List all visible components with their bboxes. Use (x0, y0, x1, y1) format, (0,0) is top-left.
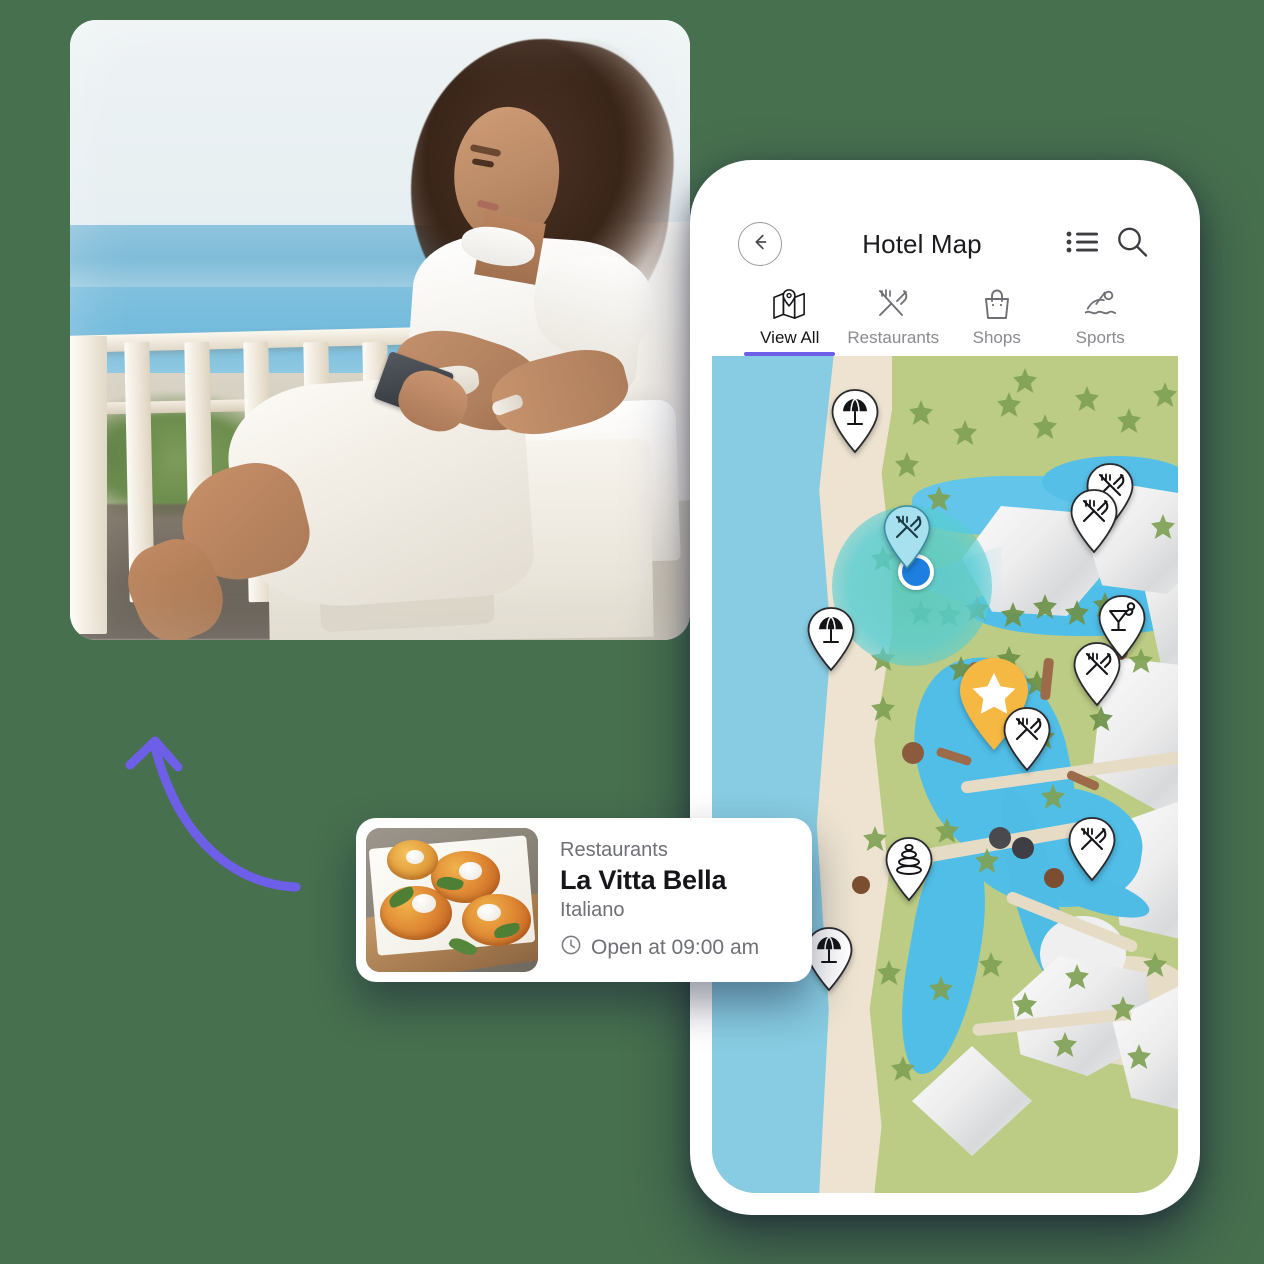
search-button[interactable] (1112, 224, 1152, 264)
swimmer-icon (1082, 286, 1118, 320)
map-pin-restaurant-selected[interactable] (882, 504, 932, 570)
place-cuisine: Italiano (560, 899, 625, 921)
map-pin-restaurant[interactable] (1002, 706, 1052, 772)
tab-sports[interactable]: Sports (1049, 286, 1153, 356)
app-header: Hotel Map View All Restaurants Shops Spo… (712, 182, 1178, 356)
tab-view-all[interactable]: View All (738, 286, 842, 356)
list-view-icon (1065, 228, 1099, 261)
stage: Hotel Map View All Restaurants Shops Spo… (0, 0, 1264, 1264)
category-tabs: View All Restaurants Shops Sports (738, 286, 1152, 356)
map-pin-spa[interactable] (884, 836, 934, 902)
shopping-bag-icon (981, 286, 1013, 320)
page-title: Hotel Map (862, 228, 982, 259)
place-hours: Open at 09:00 am (591, 935, 760, 959)
place-details: Restaurants La Vitta Bella Italiano Open… (538, 833, 802, 967)
place-info-card[interactable]: Restaurants La Vitta Bella Italiano Open… (356, 818, 812, 982)
tab-label: Sports (1075, 328, 1125, 347)
map-pin-beach-umbrella[interactable] (806, 606, 856, 672)
phone-mockup: Hotel Map View All Restaurants Shops Spo… (690, 160, 1200, 1215)
map-pin-restaurant[interactable] (1067, 816, 1117, 882)
map-pin-beach-umbrella[interactable] (830, 388, 880, 454)
balcony-photo (70, 20, 690, 640)
place-name: La Vitta Bella (560, 865, 727, 895)
tab-label: View All (760, 328, 820, 347)
tab-shops[interactable]: Shops (945, 286, 1049, 356)
place-category: Restaurants (560, 839, 668, 861)
tab-label: Restaurants (847, 328, 940, 347)
map-pin-restaurant[interactable] (1069, 488, 1119, 554)
tab-label: Shops (972, 328, 1021, 347)
fork-knife-icon (876, 286, 910, 320)
back-button[interactable] (738, 222, 782, 266)
search-icon (1115, 225, 1149, 264)
phone-screen: Hotel Map View All Restaurants Shops Spo… (712, 182, 1178, 1193)
place-thumbnail (366, 828, 538, 972)
clock-icon (560, 934, 582, 961)
arrow-left-circle-icon (749, 231, 771, 258)
list-view-button[interactable] (1062, 224, 1102, 264)
map-pin-restaurant[interactable] (1072, 641, 1122, 707)
place-hours-row: Open at 09:00 am (560, 934, 802, 961)
tab-restaurants[interactable]: Restaurants (842, 286, 946, 356)
annotation-arrow (120, 725, 350, 915)
hotel-map[interactable] (712, 356, 1178, 1193)
map-pin-icon (772, 286, 808, 320)
lifestyle-photo-card (70, 20, 690, 640)
